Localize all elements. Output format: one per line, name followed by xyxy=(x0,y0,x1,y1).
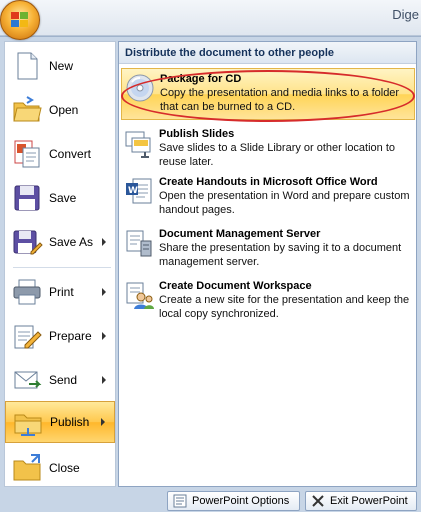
save-label: Save xyxy=(49,191,77,205)
create-handouts-desc: Open the presentation in Word and prepar… xyxy=(159,190,410,216)
printer-icon xyxy=(11,276,43,308)
cd-icon xyxy=(124,72,156,104)
svg-text:W: W xyxy=(128,186,138,196)
document-management-server-title: Document Management Server xyxy=(159,228,321,240)
workspace-people-icon xyxy=(123,279,155,311)
create-document-workspace-title: Create Document Workspace xyxy=(159,280,312,292)
create-handouts-item[interactable]: W Create Handouts in Microsoft Office Wo… xyxy=(121,172,415,218)
footer-bar: PowerPoint Options Exit PowerPoint xyxy=(0,489,421,512)
open-command[interactable]: Open xyxy=(5,89,115,131)
document-server-icon xyxy=(123,227,155,259)
publish-label: Publish xyxy=(50,415,90,429)
print-label: Print xyxy=(49,285,74,299)
send-label: Send xyxy=(49,373,78,387)
prepare-pencil-icon xyxy=(11,320,43,352)
command-list: New Open Convert Save Save As Print Prep… xyxy=(4,41,116,487)
send-icon xyxy=(11,364,43,396)
prepare-label: Prepare xyxy=(49,329,92,343)
open-label: Open xyxy=(49,103,79,117)
publish-submenu: Distribute the document to other people … xyxy=(118,41,417,487)
close-command[interactable]: Close xyxy=(5,447,115,489)
options-icon xyxy=(173,494,187,508)
divider xyxy=(13,267,111,268)
powerpoint-options-button[interactable]: PowerPoint Options xyxy=(167,491,300,511)
publish-slides-item[interactable]: Publish Slides Save slides to a Slide Li… xyxy=(121,124,415,168)
publish-icon xyxy=(12,406,44,438)
publish-command[interactable]: Publish xyxy=(5,401,115,443)
close-folder-icon xyxy=(11,452,43,484)
document-management-server-item[interactable]: Document Management Server Share the pre… xyxy=(121,224,415,270)
package-for-cd-title: Package for CD xyxy=(160,73,242,85)
convert-label: Convert xyxy=(49,147,92,161)
package-for-cd-item[interactable]: Package for CD Copy the presentation and… xyxy=(121,68,415,120)
word-handouts-icon: W xyxy=(123,175,155,207)
convert-icon xyxy=(11,138,43,170)
save-as-icon xyxy=(11,226,43,258)
send-command[interactable]: Send xyxy=(5,359,115,401)
save-command[interactable]: Save xyxy=(5,177,115,219)
publish-submenu-arrow xyxy=(101,418,105,426)
submenu-header: Distribute the document to other people xyxy=(119,42,416,64)
save-as-command[interactable]: Save As xyxy=(5,221,115,263)
publish-slides-desc: Save slides to a Slide Library or other … xyxy=(159,142,396,168)
new-label: New xyxy=(49,59,74,73)
title-bar: Dige xyxy=(0,0,421,36)
slides-library-icon xyxy=(123,127,155,159)
create-document-workspace-item[interactable]: Create Document Workspace Create a new s… xyxy=(121,276,415,322)
new-document-icon xyxy=(11,50,43,82)
office-button[interactable] xyxy=(0,0,40,40)
save-as-submenu-arrow xyxy=(102,238,106,246)
create-handouts-title: Create Handouts in Microsoft Office Word xyxy=(159,176,378,188)
close-label: Close xyxy=(49,461,80,475)
save-as-label: Save As xyxy=(49,235,94,249)
send-submenu-arrow xyxy=(102,376,106,384)
print-command[interactable]: Print xyxy=(5,271,115,313)
document-management-server-desc: Share the presentation by saving it to a… xyxy=(159,242,402,268)
office-menu: New Open Convert Save Save As Print Prep… xyxy=(0,36,421,512)
exit-powerpoint-button[interactable]: Exit PowerPoint xyxy=(305,491,417,511)
publish-slides-title: Publish Slides xyxy=(159,128,235,140)
open-folder-icon xyxy=(11,94,43,126)
window-title: Dige xyxy=(392,7,419,22)
convert-command[interactable]: Convert xyxy=(5,133,115,175)
options-label: PowerPoint Options xyxy=(192,495,290,507)
create-document-workspace-desc: Create a new site for the presentation a… xyxy=(159,294,410,320)
office-logo-icon xyxy=(11,12,28,27)
package-for-cd-desc: Copy the presentation and media links to… xyxy=(160,87,400,113)
prepare-command[interactable]: Prepare xyxy=(5,315,115,357)
new-command[interactable]: New xyxy=(5,45,115,87)
save-disk-icon xyxy=(11,182,43,214)
exit-label: Exit PowerPoint xyxy=(330,495,408,507)
prepare-submenu-arrow xyxy=(102,332,106,340)
exit-x-icon xyxy=(311,494,325,508)
print-submenu-arrow xyxy=(102,288,106,296)
